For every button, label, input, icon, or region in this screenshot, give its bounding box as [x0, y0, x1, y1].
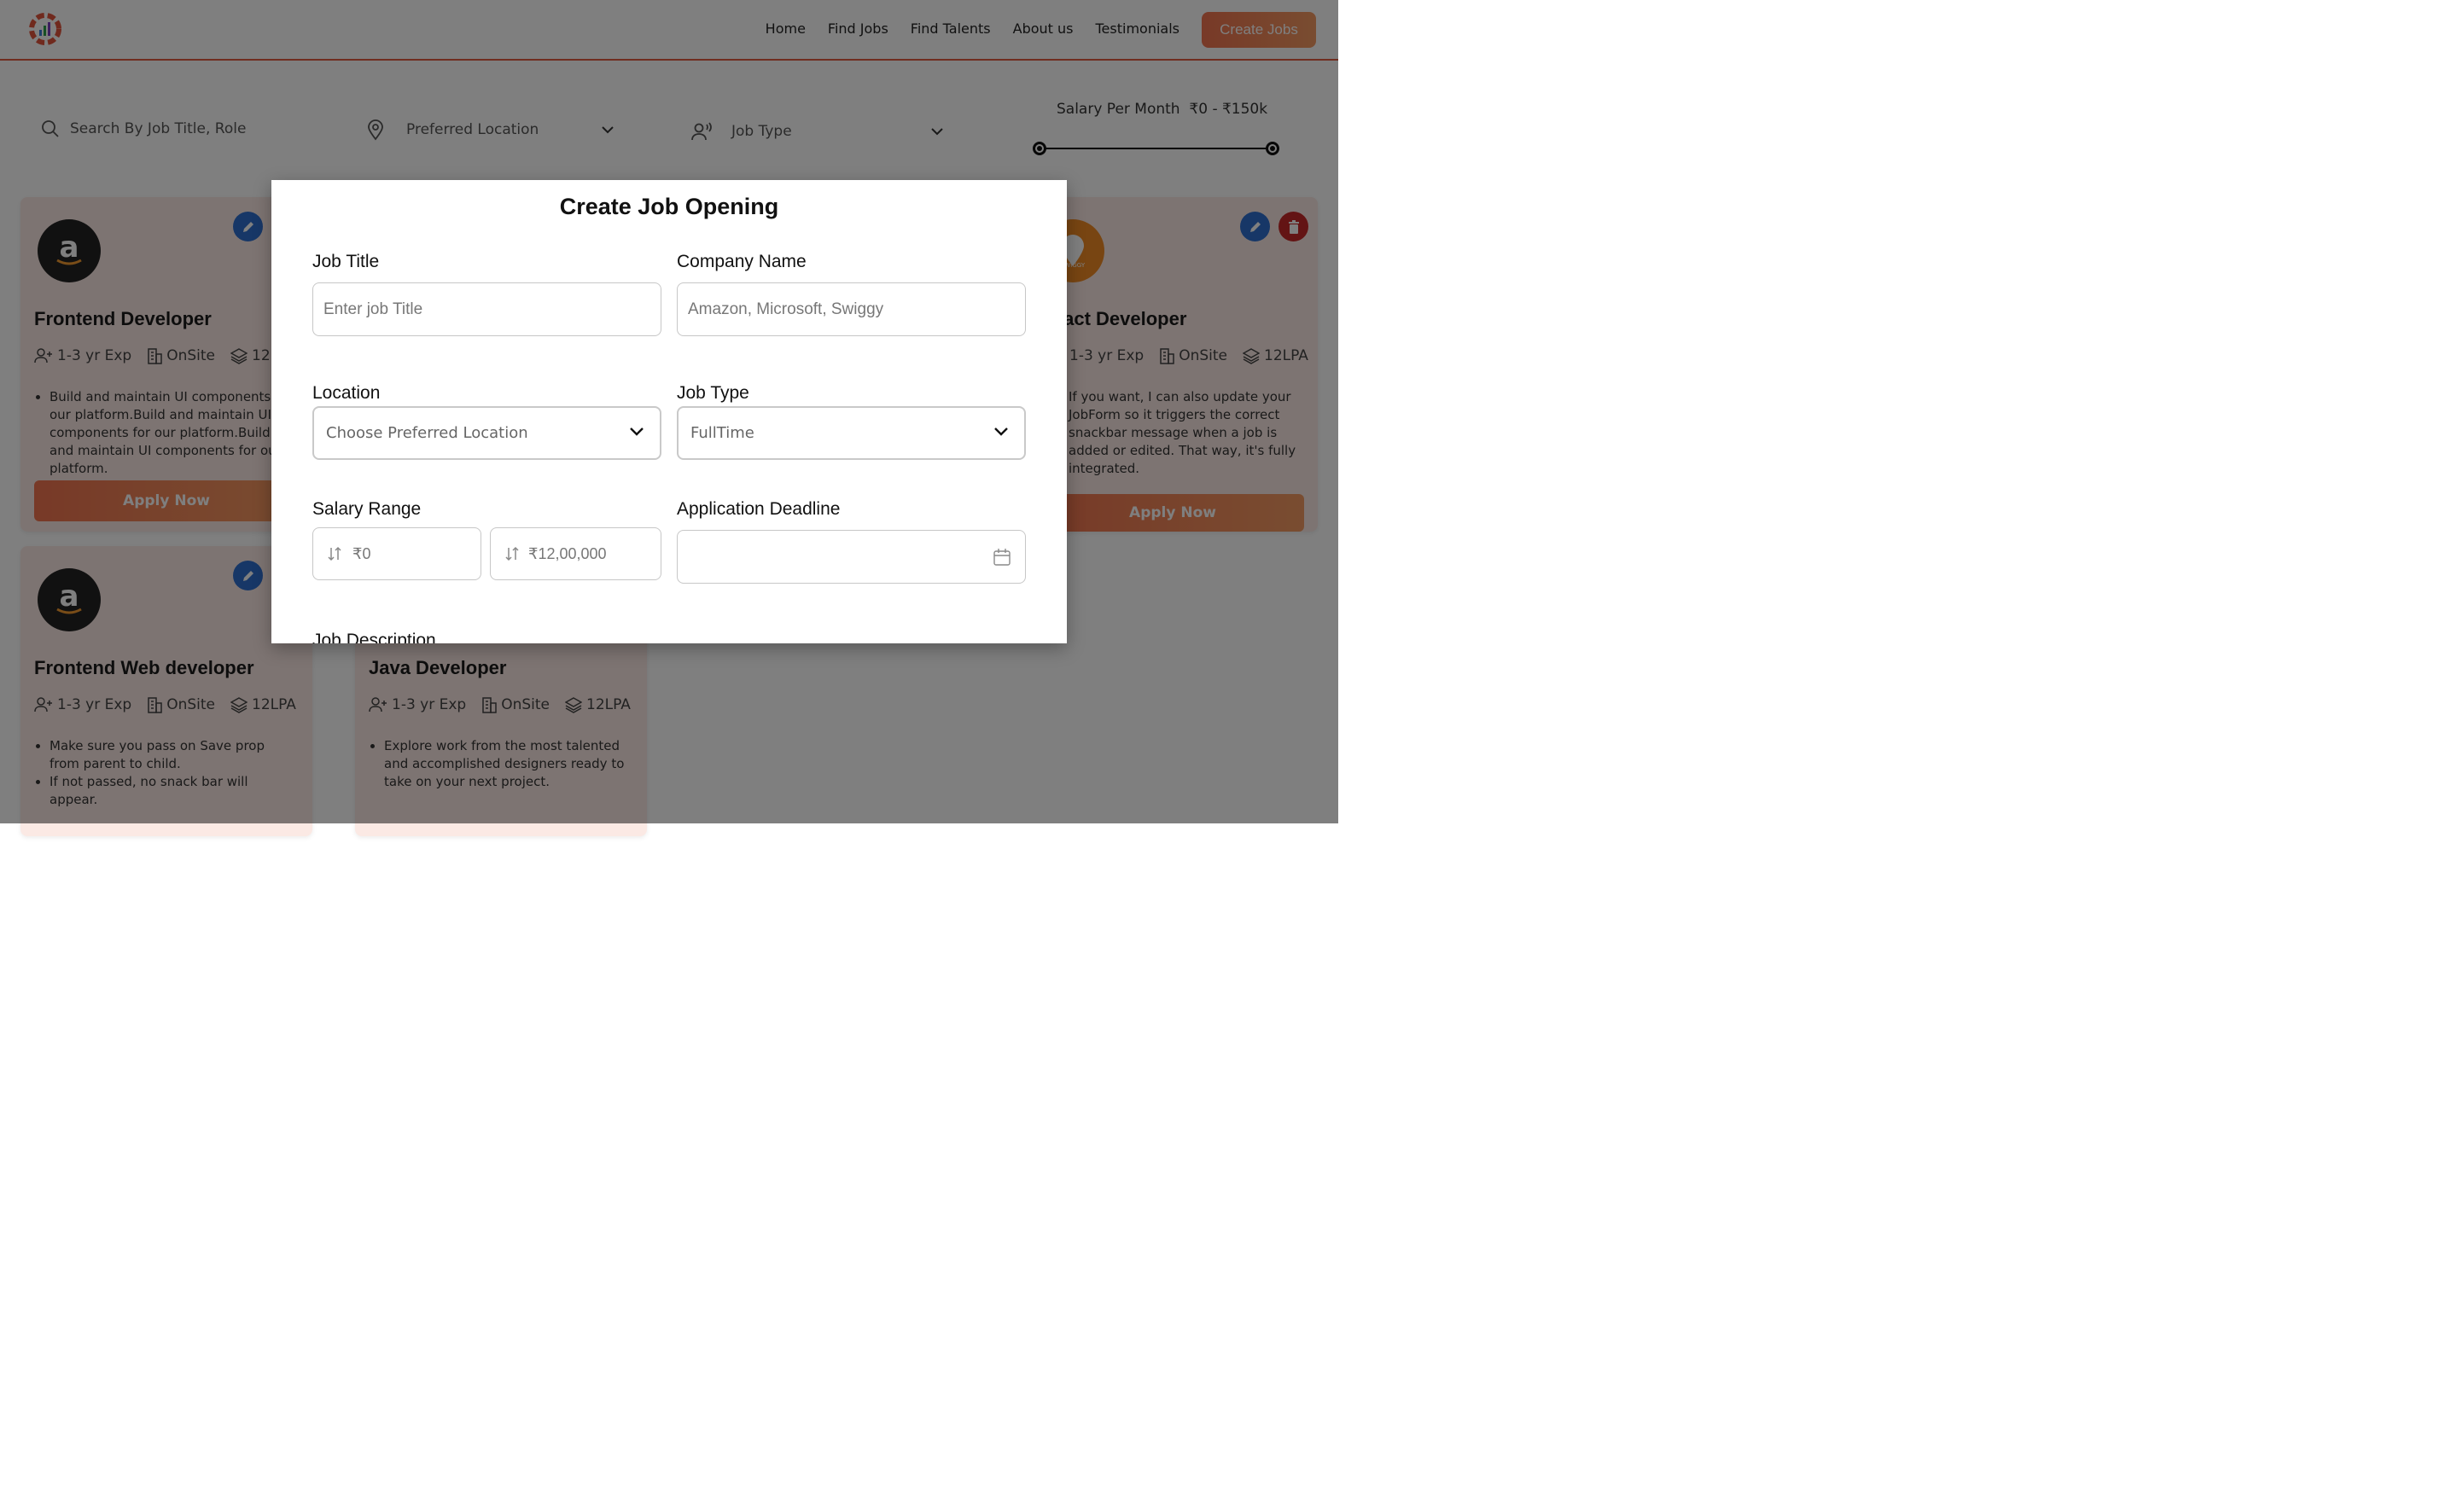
location-select-value: Choose Preferred Location	[326, 424, 528, 442]
calendar-icon[interactable]	[993, 548, 1011, 567]
salary-min-input[interactable]: ₹0	[312, 527, 481, 580]
company-name-input[interactable]: Amazon, Microsoft, Swiggy	[677, 282, 1026, 336]
job-type-select-value: FullTime	[690, 424, 754, 442]
salary-min-value: ₹0	[352, 544, 371, 562]
chevron-down-icon	[630, 427, 644, 436]
job-title-input[interactable]: Enter job Title	[312, 282, 661, 336]
job-title-label: Job Title	[312, 252, 380, 271]
modal-title: Create Job Opening	[559, 194, 779, 219]
location-select[interactable]: Choose Preferred Location	[312, 406, 661, 460]
chevron-down-icon	[994, 427, 1008, 436]
job-type-select[interactable]: FullTime	[677, 406, 1026, 460]
job-type-label: Job Type	[677, 383, 749, 403]
deadline-date-input[interactable]	[677, 530, 1026, 584]
sort-arrows-icon	[328, 546, 341, 561]
create-job-modal: Create Job Opening Job Title Enter job T…	[271, 180, 1067, 643]
location-label: Location	[312, 383, 381, 403]
sort-arrows-icon	[505, 546, 519, 561]
salary-range-label: Salary Range	[312, 499, 422, 519]
deadline-label: Application Deadline	[677, 499, 841, 519]
salary-max-input[interactable]: ₹12,00,000	[490, 527, 661, 580]
company-name-label: Company Name	[677, 252, 807, 271]
salary-max-value: ₹12,00,000	[528, 544, 607, 562]
job-description-label: Job Description	[312, 631, 436, 643]
